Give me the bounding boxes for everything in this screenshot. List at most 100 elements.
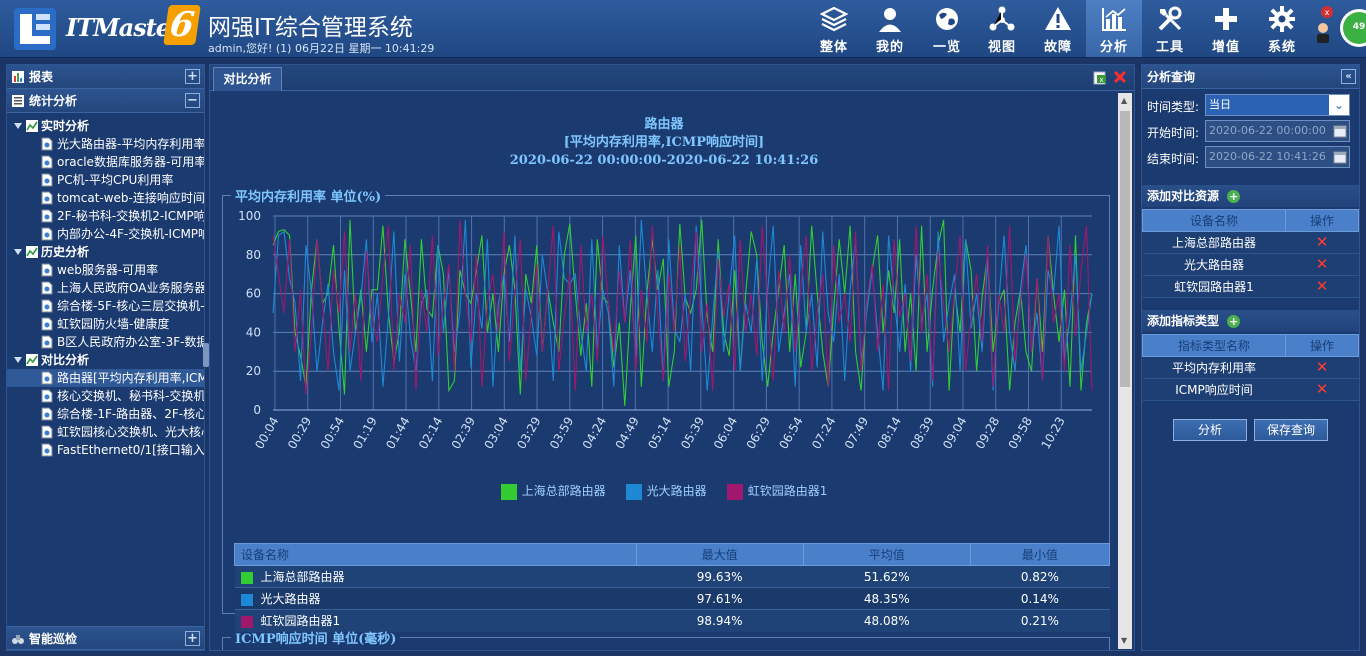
- delete-icon[interactable]: ✕: [1316, 360, 1329, 375]
- nav-label: 系统: [1267, 40, 1296, 55]
- sidebar-section-report[interactable]: 报表 +: [7, 65, 204, 89]
- tree-item[interactable]: web服务器-可用率: [7, 261, 204, 279]
- document-icon: [41, 335, 53, 349]
- tree-item[interactable]: 虹钦园防火墙-健康度: [7, 315, 204, 333]
- collapse-icon[interactable]: −: [185, 93, 200, 108]
- report-title-block: 路由器 [平均内存利用率,ICMP响应时间] 2020-06-22 00:00:…: [210, 116, 1118, 170]
- tree-item[interactable]: 内部办公-4F-交换机-ICMP响应: [7, 225, 204, 243]
- tree-item[interactable]: FastEthernet0/1[接口输入利: [7, 441, 204, 459]
- scroll-thumb[interactable]: [1120, 111, 1130, 387]
- delete-icon[interactable]: ✕: [1316, 279, 1329, 294]
- delete-icon[interactable]: ✕: [1316, 257, 1329, 272]
- legend-item[interactable]: 虹钦园路由器1: [726, 482, 827, 500]
- stats-header-cell: 最小值: [969, 543, 1111, 566]
- min-cell: 0.82%: [970, 565, 1110, 588]
- x-tick-label: 09:04: [940, 415, 969, 452]
- chevron-down-icon[interactable]: ⌄: [1329, 95, 1349, 115]
- close-icon[interactable]: [1112, 69, 1128, 85]
- y-tick-label: 0: [253, 403, 261, 417]
- tree-item[interactable]: 综合楼-1F-路由器、2F-核心: [7, 405, 204, 423]
- nav-item-6[interactable]: 工具: [1142, 0, 1198, 57]
- nav-item-0[interactable]: 整体: [806, 0, 862, 57]
- bar-chart-icon: [1086, 0, 1142, 36]
- legend-item[interactable]: 光大路由器: [625, 482, 707, 500]
- stats-icon: [12, 95, 24, 107]
- chart-folder-icon: [26, 354, 38, 366]
- tree-item[interactable]: 路由器[平均内存利用率,ICMP: [7, 369, 204, 387]
- svg-text:x: x: [1325, 8, 1330, 17]
- nav-item-4[interactable]: 故障: [1030, 0, 1086, 57]
- document-icon: [41, 407, 53, 421]
- end-time-input[interactable]: 2020-06-22 10:41:26: [1205, 146, 1350, 168]
- sidebar-section-stats[interactable]: 统计分析 −: [7, 89, 204, 113]
- tree-group-label: 历史分析: [41, 245, 90, 259]
- tree-item[interactable]: 综合楼-5F-核心三层交换机-I: [7, 297, 204, 315]
- nav-item-2[interactable]: 一览: [919, 0, 975, 57]
- tree-item[interactable]: 虹钦园核心交换机、光大核心: [7, 423, 204, 441]
- tree-item-label: 核心交换机、秘书科-交换机: [57, 389, 204, 403]
- nav-label: 我的: [875, 40, 904, 55]
- nav-item-1[interactable]: 我的: [862, 0, 918, 57]
- list-item-label: 虹钦园路由器1: [1142, 275, 1286, 298]
- tree-item-label: FastEthernet0/1[接口输入利: [57, 443, 204, 457]
- time-type-select[interactable]: 当日 ⌄: [1205, 94, 1350, 116]
- tree-item[interactable]: 上海人民政府OA业务服务器: [7, 279, 204, 297]
- user-greeting: admin,您好! (1) 06月22日 星期一 10:41:29: [208, 42, 435, 55]
- tree-item[interactable]: PC机-平均CPU利用率: [7, 171, 204, 189]
- add-resource-icon[interactable]: +: [1227, 190, 1241, 203]
- tree-item[interactable]: 光大路由器-平均内存利用率: [7, 135, 204, 153]
- delete-icon[interactable]: ✕: [1316, 382, 1329, 397]
- list-row: 虹钦园路由器1 ✕: [1142, 275, 1359, 298]
- calendar-icon[interactable]: [1333, 150, 1347, 164]
- tree-group[interactable]: 实时分析: [7, 117, 204, 135]
- calendar-icon[interactable]: [1333, 124, 1347, 138]
- start-time-input[interactable]: 2020-06-22 00:00:00: [1205, 120, 1350, 142]
- stats-row: 光大路由器 97.61% 48.35% 0.14%: [234, 587, 1110, 610]
- query-panel-title: 分析查询: [1147, 70, 1196, 84]
- expand-icon[interactable]: +: [185, 69, 200, 84]
- user-area[interactable]: x 49: [1313, 0, 1366, 57]
- x-tick-label: 05:39: [678, 415, 707, 452]
- tree-item[interactable]: oracle数据库服务器-可用率: [7, 153, 204, 171]
- x-tick-label: 00:04: [252, 415, 281, 452]
- delete-icon[interactable]: ✕: [1316, 235, 1329, 250]
- document-icon: [41, 191, 53, 205]
- svg-text:x: x: [1099, 76, 1103, 84]
- query-panel-header: 分析查询 «: [1142, 65, 1359, 89]
- expand-icon[interactable]: +: [185, 631, 200, 646]
- nav-item-3[interactable]: 视图: [974, 0, 1030, 57]
- add-metric-label: 添加指标类型: [1147, 314, 1220, 328]
- collapse-toggle-icon[interactable]: [13, 121, 23, 131]
- document-icon: [41, 263, 53, 277]
- add-metric-icon[interactable]: +: [1227, 315, 1241, 328]
- x-tick-label: 07:24: [809, 415, 838, 452]
- tree-group[interactable]: 对比分析: [7, 351, 204, 369]
- analyze-button[interactable]: 分析: [1173, 419, 1247, 441]
- tools-icon: [1142, 0, 1198, 36]
- x-tick-label: 06:54: [776, 415, 805, 452]
- tree-group[interactable]: 历史分析: [7, 243, 204, 261]
- document-icon: [41, 299, 53, 313]
- legend-swatch: [726, 483, 743, 500]
- sidebar-section-patrol[interactable]: 智能巡检 +: [7, 626, 204, 650]
- tab-compare-analysis[interactable]: 对比分析: [213, 67, 282, 91]
- vertical-scrollbar[interactable]: ▲ ▼: [1118, 93, 1132, 649]
- save-query-button[interactable]: 保存查询: [1254, 419, 1328, 441]
- scroll-up-icon[interactable]: ▲: [1121, 97, 1129, 105]
- nav-item-7[interactable]: 增值: [1198, 0, 1254, 57]
- collapse-toggle-icon[interactable]: [13, 247, 23, 257]
- tree-item[interactable]: tomcat-web-连接响应时间: [7, 189, 204, 207]
- scroll-down-icon[interactable]: ▼: [1121, 637, 1129, 645]
- collapse-toggle-icon[interactable]: [13, 355, 23, 365]
- tree-item[interactable]: 核心交换机、秘书科-交换机: [7, 387, 204, 405]
- device-name-cell: 光大路由器: [234, 587, 637, 610]
- export-icon[interactable]: x: [1092, 70, 1108, 86]
- collapse-panel-icon[interactable]: «: [1341, 69, 1356, 84]
- nav-item-5[interactable]: 分析: [1086, 0, 1142, 57]
- tree-item[interactable]: 2F-秘书科-交换机2-ICMP响应: [7, 207, 204, 225]
- tree-item[interactable]: B区人民政府办公室-3F-数据: [7, 333, 204, 351]
- nav-item-8[interactable]: 系统: [1254, 0, 1310, 57]
- nav-label: 视图: [987, 40, 1016, 55]
- metric-op-header: 操作: [1285, 334, 1359, 357]
- legend-item[interactable]: 上海总部路由器: [500, 482, 606, 500]
